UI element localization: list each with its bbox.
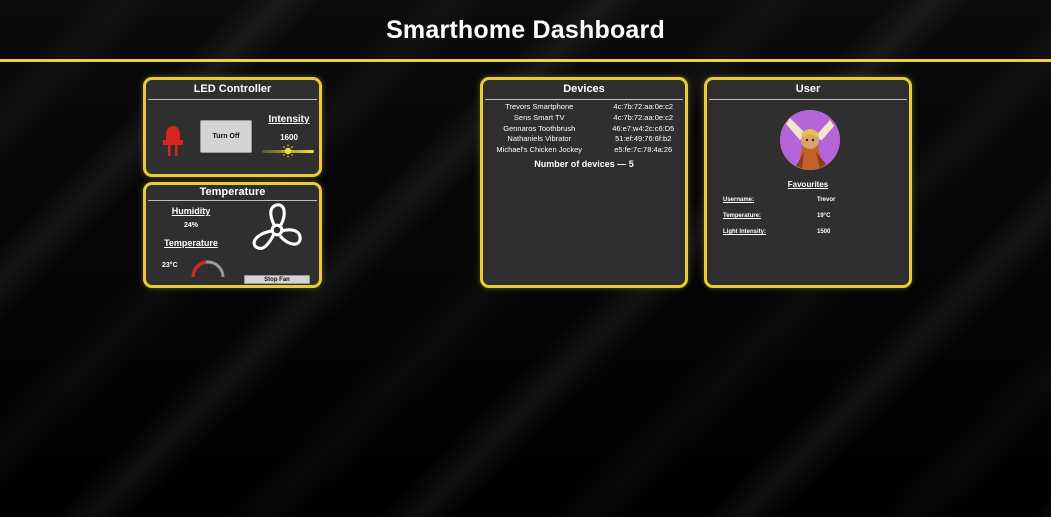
user-title: User	[709, 80, 907, 100]
temperature-card-title: Temperature	[148, 185, 317, 201]
device-name: Trevors Smartphone	[505, 102, 574, 111]
avatar-image	[780, 110, 840, 170]
header-bar: Smarthome Dashboard	[0, 0, 1051, 62]
devices-title: Devices	[485, 80, 683, 100]
table-row: Sens Smart TV 4c:7b:72:aa:0e:c2	[483, 113, 685, 124]
devices-card: Devices Trevors Smartphone 4c:7b:72:aa:0…	[480, 77, 688, 288]
device-name: Gennaros Toothbrush	[503, 123, 576, 133]
intensity-slider[interactable]	[262, 144, 314, 158]
table-row: Trevors Smartphone 4c:7b:72:aa:0e:c2	[483, 102, 685, 113]
table-row: Michael's Chicken Jockey e5:fe:7c:78:4a:…	[483, 145, 685, 156]
intensity-label: Intensity	[268, 114, 310, 125]
temperature-value: 23°C	[162, 262, 178, 269]
led-controller-title: LED Controller	[148, 80, 317, 100]
favourite-key: Temperature:	[723, 213, 761, 219]
favourite-key: Light Intensity:	[723, 229, 766, 235]
led-icon	[163, 126, 183, 156]
temperature-card: Temperature Humidity 24% Temperature 23°…	[143, 182, 322, 288]
favourite-value: 1500	[817, 229, 831, 235]
devices-table: Trevors Smartphone 4c:7b:72:aa:0e:c2 Sen…	[483, 102, 685, 156]
led-controller-card: LED Controller Turn Off Intensity 1600	[143, 77, 322, 177]
temperature-gauge	[191, 260, 225, 278]
sun-icon[interactable]	[281, 144, 295, 158]
device-mac: 4c:7b:72:aa:0e:c2	[613, 112, 674, 122]
devices-count: Number of devices — 5	[534, 158, 634, 169]
favourites-title: Favourites	[787, 180, 829, 189]
humidity-value: 24%	[183, 222, 198, 229]
device-mac: e5:fe:7c:78:4a:26	[614, 145, 673, 155]
table-row: Nathaniels Vibrator 51:ef:49:76:6f:b2	[483, 134, 685, 145]
intensity-value: 1600	[280, 133, 298, 142]
device-name: Sens Smart TV	[513, 112, 565, 122]
favourite-value: 19°C	[817, 213, 831, 219]
fan-icon	[252, 203, 302, 250]
led-toggle-button[interactable]: Turn Off	[200, 120, 252, 153]
device-mac: 46:e7:w4:2c:c6:D5	[612, 123, 675, 133]
avatar	[780, 110, 840, 170]
device-name: Michael's Chicken Jockey	[496, 145, 583, 155]
device-mac: 4c:7b:72:aa:0e:c2	[613, 102, 674, 111]
device-name: Nathaniels Vibrator	[507, 134, 572, 144]
table-row: Gennaros Toothbrush 46:e7:w4:2c:c6:D5	[483, 124, 685, 135]
user-card: User Favourites Username: Trevor Tempera…	[704, 77, 912, 288]
stop-fan-button[interactable]: Stop Fan	[244, 275, 310, 284]
device-mac: 51:ef:49:76:6f:b2	[615, 134, 672, 144]
humidity-label: Humidity	[171, 206, 211, 216]
temperature-label: Temperature	[164, 238, 218, 248]
page-title: Smarthome Dashboard	[386, 16, 665, 44]
favourite-key: Username:	[723, 197, 755, 203]
favourite-value: Trevor	[817, 197, 836, 203]
